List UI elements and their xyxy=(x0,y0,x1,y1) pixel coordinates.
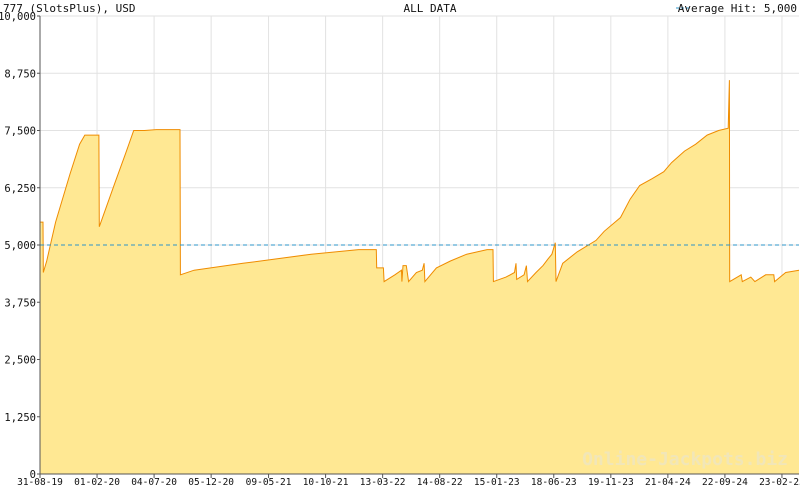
x-tick-label: 13-03-22 xyxy=(360,477,406,488)
legend: Average Hit: 5,000 xyxy=(676,2,797,15)
watermark: Online-Jackpots.biz xyxy=(582,449,788,470)
x-tick-label: 19-11-23 xyxy=(588,477,634,488)
y-tick-label: 5,000 xyxy=(4,240,36,252)
x-tick-label: 18-06-23 xyxy=(531,477,577,488)
x-tick-labels: 31-08-19 01-02-20 04-07-20 05-12-20 09-05-21… xyxy=(17,474,800,488)
x-tick-label: 01-02-20 xyxy=(74,477,120,488)
x-tick-label: 31-08-19 xyxy=(17,477,63,488)
x-tick-label: 22-09-24 xyxy=(702,477,748,488)
x-tick-label: 23-02-25 xyxy=(759,477,800,488)
y-tick-label: 7,500 xyxy=(4,126,36,138)
x-tick-label: 15-01-23 xyxy=(474,477,520,488)
x-tick-label: 14-08-22 xyxy=(417,477,463,488)
y-tick-label: 8,750 xyxy=(4,68,36,80)
x-tick-label: 10-10-21 xyxy=(303,477,349,488)
legend-label: Average Hit: 5,000 xyxy=(678,2,797,15)
chart-subtitle: ALL DATA xyxy=(404,2,457,15)
x-tick-label: 04-07-20 xyxy=(131,477,177,488)
series-area-fill xyxy=(40,80,799,474)
x-tick-label: 05-12-20 xyxy=(188,477,234,488)
jackpot-chart: Online-Jackpots.biz 01,2502,5003,7505,00… xyxy=(0,2,800,488)
y-tick-label: 6,250 xyxy=(4,183,36,195)
x-tick-label: 09-05-21 xyxy=(246,477,292,488)
x-tick-label: 21-04-24 xyxy=(645,477,691,488)
y-tick-label: 2,500 xyxy=(4,355,36,367)
chart-title: 777 (SlotsPlus), USD xyxy=(3,2,135,15)
y-tick-label: 3,750 xyxy=(4,297,36,309)
y-tick-label: 1,250 xyxy=(4,412,36,424)
y-tick-labels: 01,2502,5003,7505,0006,2507,5008,75010,0… xyxy=(0,11,40,481)
